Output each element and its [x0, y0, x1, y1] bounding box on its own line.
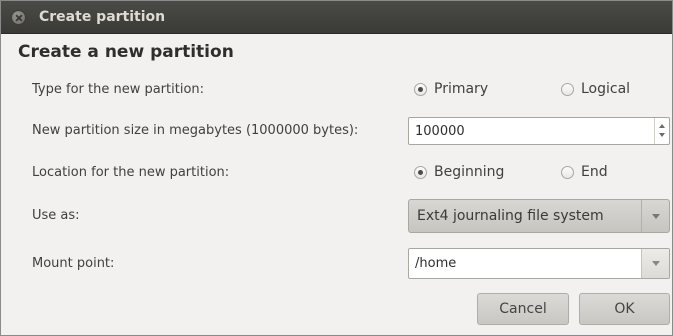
dialog-heading: Create a new partition — [18, 42, 234, 62]
spin-up-icon[interactable] — [659, 124, 665, 128]
close-icon[interactable] — [11, 10, 26, 25]
location-label: Location for the new partition: — [32, 165, 230, 180]
radio-end[interactable]: End — [561, 164, 608, 180]
cancel-button[interactable]: Cancel — [477, 293, 569, 325]
radio-logical[interactable]: Logical — [561, 81, 630, 97]
mount-point-label: Mount point: — [32, 256, 115, 271]
spin-arrows[interactable] — [654, 118, 669, 144]
window-title: Create partition — [39, 9, 166, 25]
radio-primary[interactable]: Primary — [414, 81, 488, 97]
size-label: New partition size in megabytes (1000000… — [32, 123, 359, 138]
size-spinbutton[interactable]: 100000 — [408, 117, 670, 145]
title-bar: Create partition — [1, 1, 672, 34]
radio-unselected-icon — [561, 165, 574, 179]
radio-beginning-label: Beginning — [434, 164, 505, 180]
radio-end-label: End — [581, 164, 608, 180]
chevron-down-icon[interactable] — [641, 200, 669, 232]
create-partition-dialog: Create partition Create a new partition … — [0, 0, 673, 336]
radio-logical-label: Logical — [581, 81, 631, 97]
use-as-value: Ext4 journaling file system — [417, 208, 604, 224]
spin-down-icon[interactable] — [659, 133, 665, 137]
chevron-down-icon[interactable] — [641, 249, 669, 278]
radio-unselected-icon — [561, 82, 574, 96]
radio-primary-label: Primary — [434, 81, 489, 97]
use-as-combobox[interactable]: Ext4 journaling file system — [408, 199, 670, 233]
use-as-label: Use as: — [32, 208, 80, 223]
ok-button[interactable]: OK — [579, 293, 670, 325]
mount-point-combobox[interactable]: /home — [408, 248, 670, 279]
type-label: Type for the new partition: — [32, 82, 205, 97]
size-value: 100000 — [415, 124, 465, 139]
mount-point-value: /home — [415, 256, 457, 271]
radio-selected-icon — [414, 165, 427, 179]
radio-beginning[interactable]: Beginning — [414, 164, 504, 180]
radio-selected-icon — [414, 82, 427, 96]
